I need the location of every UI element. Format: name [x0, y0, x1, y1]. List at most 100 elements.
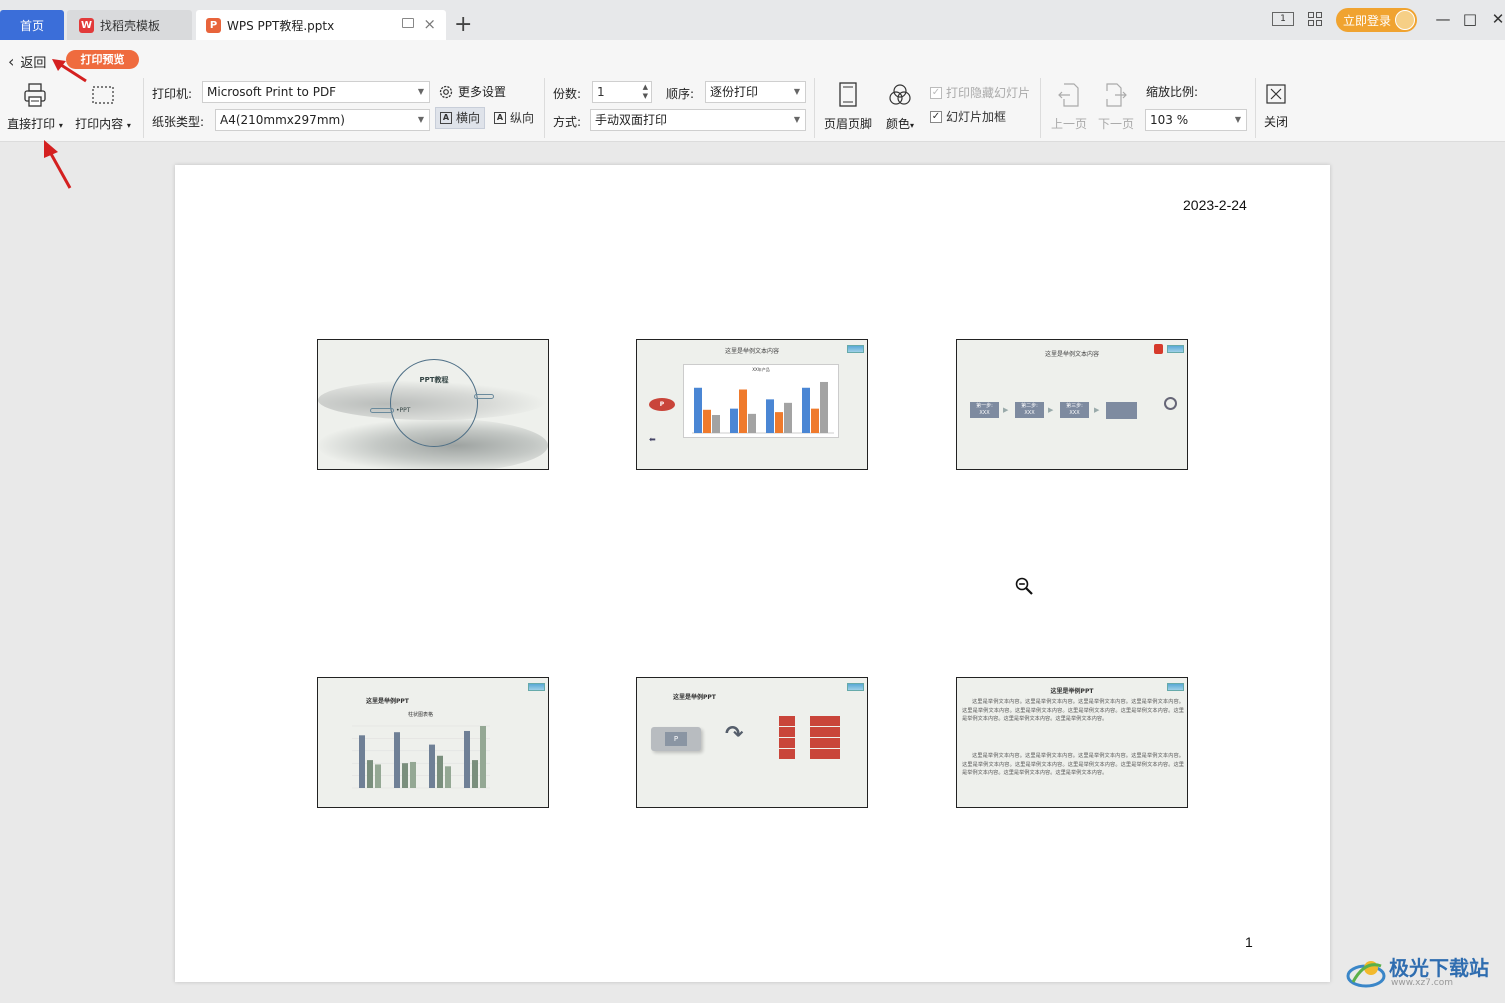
apps-grid-icon[interactable] — [1308, 12, 1323, 27]
header-footer-label: 页眉页脚 — [823, 117, 872, 131]
portrait-icon: A — [494, 112, 506, 124]
color-label: 颜色 — [885, 117, 910, 131]
circle-icon — [1164, 397, 1177, 410]
page-number: 1 — [1245, 934, 1253, 950]
close-preview-button[interactable]: 关闭 — [1261, 82, 1291, 130]
ppt-tile-icon — [779, 716, 795, 726]
close-icon — [1266, 84, 1286, 104]
printer-select[interactable]: Microsoft Print to PDF ▼ — [202, 81, 430, 103]
ppt-tile-icon — [779, 738, 795, 748]
paper-type-value: A4(210mmx297mm) — [220, 113, 345, 127]
copies-stepper[interactable]: 1 ▲ ▼ — [592, 81, 652, 103]
login-button[interactable]: 立即登录 — [1336, 8, 1417, 32]
minimize-icon[interactable]: — — [1433, 10, 1453, 28]
prev-page-label: 上一页 — [1050, 117, 1087, 131]
reading-mode-icon[interactable]: 1 — [1272, 12, 1294, 26]
chart-bar — [703, 409, 711, 433]
print-hidden-slides-checkbox[interactable]: ✓ 打印隐藏幻灯片 — [930, 84, 1030, 101]
back-arrow-icon: ⬅ — [649, 435, 656, 444]
header-footer-button[interactable]: 页眉页脚 — [822, 82, 874, 132]
chart-bar — [394, 732, 400, 788]
maximize-icon[interactable]: □ — [1460, 10, 1480, 28]
close-window-icon[interactable]: ✕ — [1488, 10, 1505, 28]
landscape-button[interactable]: A 横向 — [435, 107, 486, 129]
chevron-down-icon: ▼ — [793, 115, 800, 124]
screen-icon[interactable] — [402, 18, 414, 28]
ppt-tile-icon — [810, 727, 840, 737]
stepper-arrows-icon[interactable]: ▲ ▼ — [643, 83, 648, 101]
next-page-icon — [1106, 83, 1127, 107]
slide-thumbnail-4: 这里是举例PPT 柱状图表格 — [317, 677, 549, 808]
more-settings-button[interactable]: 更多设置 — [438, 83, 506, 100]
method-label: 方式: — [553, 115, 582, 129]
order-select[interactable]: 逐份打印 ▼ — [705, 81, 806, 103]
slide1-title: PPT教程 — [419, 376, 449, 384]
annotation-arrow-icon — [52, 59, 87, 83]
screen-card: P — [651, 727, 701, 751]
step-label: 第二步: — [1021, 403, 1038, 409]
tab-home[interactable]: 首页 — [0, 10, 64, 40]
paper-type-select[interactable]: A4(210mmx297mm) ▼ — [215, 109, 430, 131]
chart-bar — [464, 730, 470, 788]
slide2-bar-chart — [692, 381, 834, 434]
color-button[interactable]: 颜色▾ — [880, 82, 920, 132]
tab-home-label: 首页 — [19, 18, 44, 33]
office-logo-icon — [1154, 344, 1163, 354]
print-content-label: 打印内容 — [75, 117, 124, 131]
watermark-url: www.xz7.com — [1391, 978, 1453, 988]
tab-template[interactable]: W 找稻壳模板 — [67, 10, 192, 40]
slide1-subtitle: •PPT — [396, 407, 411, 414]
slide-frame-checkbox[interactable]: ✓ 幻灯片加框 — [930, 108, 1006, 125]
separator — [544, 78, 545, 138]
chart-bar — [811, 408, 819, 433]
print-content-button[interactable]: 打印内容 ▾ — [72, 82, 134, 132]
landscape-label: 横向 — [456, 111, 481, 125]
order-value: 逐份打印 — [710, 85, 759, 99]
chart-bar — [775, 412, 783, 433]
tab-document[interactable]: P WPS PPT教程.pptx × — [196, 10, 446, 40]
portrait-button[interactable]: A 纵向 — [490, 107, 538, 129]
method-select[interactable]: 手动双面打印 ▼ — [590, 109, 806, 131]
slide4-bar-chart — [352, 725, 490, 789]
zoom-select[interactable]: 103 % ▼ — [1145, 109, 1247, 131]
next-page-button[interactable]: 下一页 — [1095, 82, 1137, 132]
paper-type-label: 纸张类型: — [152, 115, 205, 129]
printer-label: 打印机: — [152, 87, 193, 101]
return-arrow-icon: ↷ — [725, 722, 744, 747]
slide-thumbnail-5: 这里是举例PPT P ↷ — [636, 677, 868, 808]
method-value: 手动双面打印 — [595, 113, 668, 127]
step-label: 第三步: — [1066, 403, 1083, 409]
header-footer-icon — [839, 82, 857, 107]
ppt-file-icon: P — [206, 17, 221, 33]
gear-icon — [439, 85, 453, 98]
chevron-down-icon: ▼ — [417, 115, 424, 124]
slide-thumbnail-1: PPT教程 •PPT — [317, 339, 549, 470]
step-sub: XXX — [1024, 410, 1035, 416]
chart-bar — [429, 744, 435, 788]
chart-bar — [410, 761, 416, 788]
chart-bar — [730, 408, 738, 433]
cloud-scroll — [370, 408, 394, 413]
chart-bar — [437, 755, 443, 788]
slide-thumbnail-3: 这里是举例文本内容 第一步: XXX ▶ 第二步: XXX ▶ 第三步: XXX ▶ — [956, 339, 1188, 470]
step-box-1: 第一步: XXX — [970, 402, 999, 418]
landscape-badge — [1167, 345, 1184, 353]
chart-bar — [445, 766, 451, 788]
slide2-chart-box: XX年产品 — [683, 364, 839, 438]
close-tab-icon[interactable]: × — [423, 15, 436, 33]
chart-bar — [375, 764, 381, 788]
back-button[interactable]: ‹ 返回 — [8, 52, 46, 71]
new-tab-button[interactable]: + — [454, 12, 472, 37]
tab-document-label: WPS PPT教程.pptx — [227, 18, 335, 33]
print-area-icon — [92, 86, 114, 104]
print-hidden-label: 打印隐藏幻灯片 — [946, 86, 1031, 100]
copies-value: 1 — [597, 85, 605, 99]
landscape-badge — [847, 345, 864, 353]
step-arrow-icon: ▶ — [1003, 406, 1009, 414]
chart-bar — [480, 726, 486, 788]
direct-print-button[interactable]: 直接打印 ▾ — [5, 82, 65, 132]
prev-page-button[interactable]: 上一页 — [1048, 82, 1090, 132]
ppt-tile-icon — [810, 738, 840, 748]
checkbox-icon: ✓ — [930, 86, 942, 99]
printer-value: Microsoft Print to PDF — [207, 85, 337, 99]
